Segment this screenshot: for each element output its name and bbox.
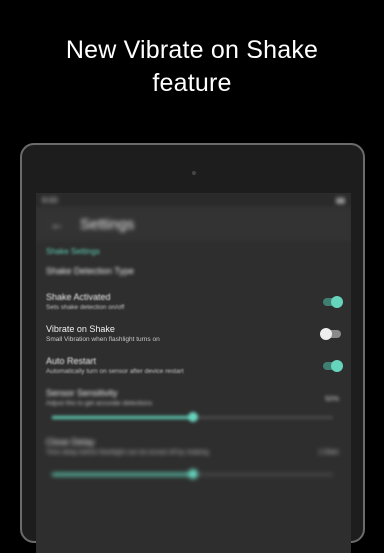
sensitivity-value: 50% xyxy=(324,396,339,403)
setting-shake-detection-type[interactable]: Shake Detection Type xyxy=(46,266,341,276)
setting-title: Shake Detection Type xyxy=(46,266,134,276)
close-delay-slider[interactable] xyxy=(52,469,333,479)
slider-fill xyxy=(52,416,193,419)
app-toolbar: ← Settings xyxy=(36,207,351,241)
close-delay-value: 1.0sec xyxy=(318,449,339,456)
setting-subtitle: Sets shake detection on/off xyxy=(46,304,125,311)
headline-line-1: New Vibrate on Shake xyxy=(65,36,319,64)
vibrate-on-shake-toggle[interactable] xyxy=(320,328,341,340)
setting-subtitle: Automatically turn on sensor after devic… xyxy=(46,368,184,375)
toggle-knob xyxy=(331,296,343,308)
setting-title: Sensor Sensitivity xyxy=(46,388,118,398)
toggle-knob xyxy=(320,328,332,340)
back-arrow-icon[interactable]: ← xyxy=(50,216,64,232)
front-camera xyxy=(192,171,196,175)
setting-title: Shake Activated xyxy=(46,292,111,302)
headline-line-2: feature xyxy=(152,69,232,97)
slider-thumb[interactable] xyxy=(187,412,198,422)
setting-subtitle: Adjust this to get accurate detections xyxy=(46,400,153,407)
setting-vibrate-on-shake[interactable]: Vibrate on Shake Small Vibration when fl… xyxy=(46,324,341,343)
sensitivity-slider[interactable] xyxy=(52,412,333,422)
toggle-knob xyxy=(331,360,343,372)
tablet-frame: 8:00 ▮▮ ← Settings Shake Settings Shake … xyxy=(20,143,365,553)
setting-title: Close Delay xyxy=(46,437,95,447)
section-label: Shake Settings xyxy=(46,247,100,256)
slider-fill xyxy=(52,473,193,476)
setting-auto-restart[interactable]: Auto Restart Automatically turn on senso… xyxy=(46,356,341,375)
promo-headline: New Vibrate on Shake feature xyxy=(0,34,384,100)
setting-title: Auto Restart xyxy=(46,356,97,366)
status-bar: 8:00 ▮▮ xyxy=(36,193,351,207)
auto-restart-toggle[interactable] xyxy=(323,360,343,372)
setting-title: Vibrate on Shake xyxy=(46,324,115,334)
status-time: 8:00 xyxy=(42,196,58,205)
status-icons: ▮▮ xyxy=(336,196,345,205)
setting-subtitle: Small Vibration when flashlight turns on xyxy=(46,336,160,343)
slider-thumb[interactable] xyxy=(187,469,198,479)
setting-close-delay[interactable]: Close Delay Time delay before flashlight… xyxy=(46,437,341,456)
shake-activated-toggle[interactable] xyxy=(323,296,343,308)
app-screen: 8:00 ▮▮ ← Settings Shake Settings Shake … xyxy=(36,193,351,553)
setting-subtitle: Time delay before flashlight can be turn… xyxy=(46,449,209,456)
setting-shake-activated[interactable]: Shake Activated Sets shake detection on/… xyxy=(46,292,341,311)
toolbar-title: Settings xyxy=(80,216,135,233)
setting-sensor-sensitivity[interactable]: Sensor Sensitivity Adjust this to get ac… xyxy=(46,388,341,407)
